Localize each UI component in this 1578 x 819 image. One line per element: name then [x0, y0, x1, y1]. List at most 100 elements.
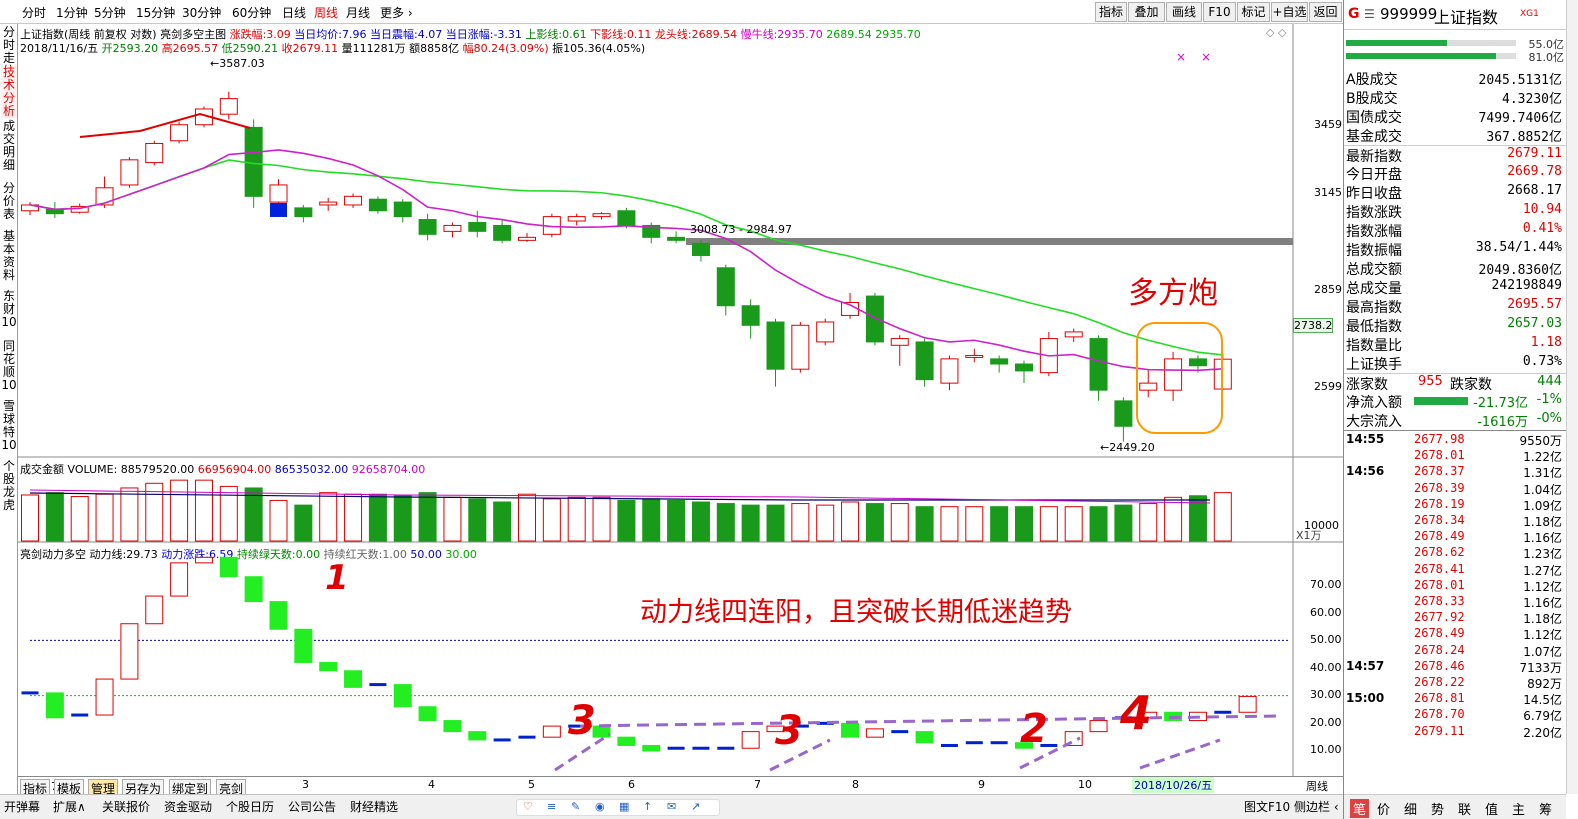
momentum-bar — [170, 562, 189, 597]
volume-bar — [393, 495, 412, 542]
momentum-bar — [145, 595, 164, 625]
quote-row: 最高指数 2695.57 — [1344, 297, 1566, 316]
quote-label: 最低指数 — [1346, 319, 1402, 335]
candle-body — [518, 236, 536, 241]
tick-volume: 1.18亿 — [1523, 612, 1562, 627]
bottom-app-icon[interactable]: ↗ — [691, 800, 700, 813]
bottom-bar-item-2[interactable]: 关联报价 — [102, 798, 150, 815]
candle-body — [865, 295, 884, 343]
tick-price: 2678.41 — [1414, 561, 1465, 576]
momentum-bar — [443, 720, 462, 733]
candle-body — [940, 358, 959, 384]
panel-tab-5[interactable]: 值 — [1485, 799, 1498, 818]
panel-tab-2[interactable]: 细 — [1404, 799, 1417, 818]
high-marker-value: 3587.03 — [219, 57, 265, 70]
panel-tab-4[interactable]: 联 — [1458, 799, 1471, 818]
up-count: 955 — [1418, 374, 1443, 389]
x-axis-period[interactable]: 周线 — [1306, 778, 1328, 794]
momentum-bar — [244, 576, 263, 603]
volume-bar — [418, 492, 437, 542]
panel-tab-3[interactable]: 势 — [1431, 799, 1444, 818]
volume-bar — [716, 503, 735, 542]
bottom-bar-item-1[interactable]: 扩展∧ — [53, 798, 86, 815]
momentum-bar — [269, 601, 288, 630]
bottom-right-item-1[interactable]: 侧边栏 ‹ — [1294, 798, 1339, 815]
quote-value: 2049.8360亿 — [1478, 263, 1562, 278]
bottom-app-icon[interactable]: ✎ — [571, 800, 580, 813]
updown-row: 涨家数 955 跌家数 444 — [1344, 373, 1566, 393]
magenta-mark-2: × — [1201, 50, 1212, 64]
volume-bar — [344, 493, 363, 542]
candle-body — [691, 242, 710, 256]
tick-price: 2678.34 — [1414, 513, 1465, 527]
indicator-axis-label: 70.00 — [1310, 578, 1342, 591]
bottom-app-icon[interactable]: ≡ — [547, 800, 556, 813]
momentum-bar — [642, 744, 661, 752]
bottom-app-icon[interactable]: ▦ — [619, 800, 629, 813]
momentum-bar — [865, 728, 884, 738]
momentum-bar — [71, 713, 89, 717]
tick-row: 15:00 2678.81 14.5亿 — [1344, 691, 1566, 707]
panel-tab-1[interactable]: 价 — [1377, 799, 1390, 818]
quote-row: 昨日收盘 2668.17 — [1344, 183, 1566, 202]
volume-bar — [990, 506, 1009, 542]
momentum-bar — [1214, 710, 1232, 714]
bottom-app-icon[interactable]: ↑ — [643, 800, 652, 813]
bottom-bar-item-4[interactable]: 个股日历 — [226, 798, 274, 815]
panel-tab-6[interactable]: 主 — [1512, 799, 1525, 818]
candle-body — [294, 207, 313, 218]
tick-row: 2678.39 1.04亿 — [1344, 481, 1566, 497]
tick-volume: 1.09亿 — [1523, 498, 1562, 513]
red-ma-section — [79, 112, 251, 138]
candle-body — [990, 358, 1009, 365]
bottom-app-icon[interactable]: ◉ — [595, 800, 605, 813]
candle-body — [716, 267, 735, 307]
indicator-axis-label: 60.00 — [1310, 605, 1342, 619]
blue-candle — [270, 202, 287, 217]
bottom-app-icon[interactable]: ✉ — [667, 800, 676, 813]
panel-scrollbar[interactable] — [1566, 0, 1578, 794]
quote-row: 指数振幅 38.54/1.44% — [1344, 240, 1566, 259]
logo-icon: G — [1348, 6, 1360, 22]
momentum-bar — [542, 725, 561, 738]
candle-body — [1064, 331, 1083, 338]
bottom-app-icon[interactable]: ♡ — [523, 800, 533, 813]
volume-bar — [194, 479, 213, 542]
bottom-bar-item-3[interactable]: 资金驱动 — [164, 798, 212, 815]
tick-volume: 1.16亿 — [1523, 596, 1562, 610]
quote-label: 总成交额 — [1346, 262, 1402, 278]
quote-label: 最高指数 — [1346, 300, 1402, 316]
dragon-line — [29, 149, 1223, 372]
momentum-bar — [120, 623, 139, 680]
flow-bar — [1414, 397, 1468, 405]
ticks-divider — [1344, 430, 1566, 431]
tick-row: 14:55 2677.98 9550万 — [1344, 432, 1566, 448]
tick-volume: 1.07亿 — [1523, 644, 1562, 659]
bottom-bar-item-0[interactable]: 开弹幕 — [4, 798, 40, 815]
tick-price: 2677.92 — [1414, 610, 1465, 625]
flow-row: 净流入额 -21.73亿 -1% — [1344, 392, 1566, 411]
bottom-bar-item-5[interactable]: 公司公告 — [288, 798, 336, 815]
momentum-bar — [468, 731, 487, 741]
tick-price: 2678.22 — [1414, 675, 1465, 689]
handwritten-3a: 3 — [568, 698, 596, 744]
bottom-right-item-0[interactable]: 图文F10 — [1244, 798, 1290, 815]
menu-icon[interactable]: ☰ — [1364, 7, 1375, 21]
up-count-label: 涨家数 — [1346, 377, 1388, 393]
quote-value: 7499.7406亿 — [1478, 111, 1562, 126]
momentum-bar — [940, 743, 958, 747]
bottom-bar-item-6[interactable]: 财经精选 — [350, 798, 398, 815]
candle-body — [1139, 382, 1158, 391]
quote-label: 今日开盘 — [1346, 167, 1402, 183]
panel-tab-7[interactable]: 筹 — [1539, 799, 1552, 818]
volume-bar — [965, 506, 984, 542]
tick-price: 2678.39 — [1414, 480, 1465, 495]
quote-value: 2669.78 — [1507, 164, 1562, 179]
quote-row: 今日开盘 2669.78 — [1344, 164, 1566, 183]
volume-bar — [319, 492, 338, 542]
volume-bar — [493, 501, 512, 542]
flow-pct: -1% — [1536, 392, 1562, 407]
momentum-bar — [418, 706, 437, 722]
resistance-band — [686, 238, 1293, 245]
panel-tab-0[interactable]: 笔 — [1350, 799, 1370, 818]
